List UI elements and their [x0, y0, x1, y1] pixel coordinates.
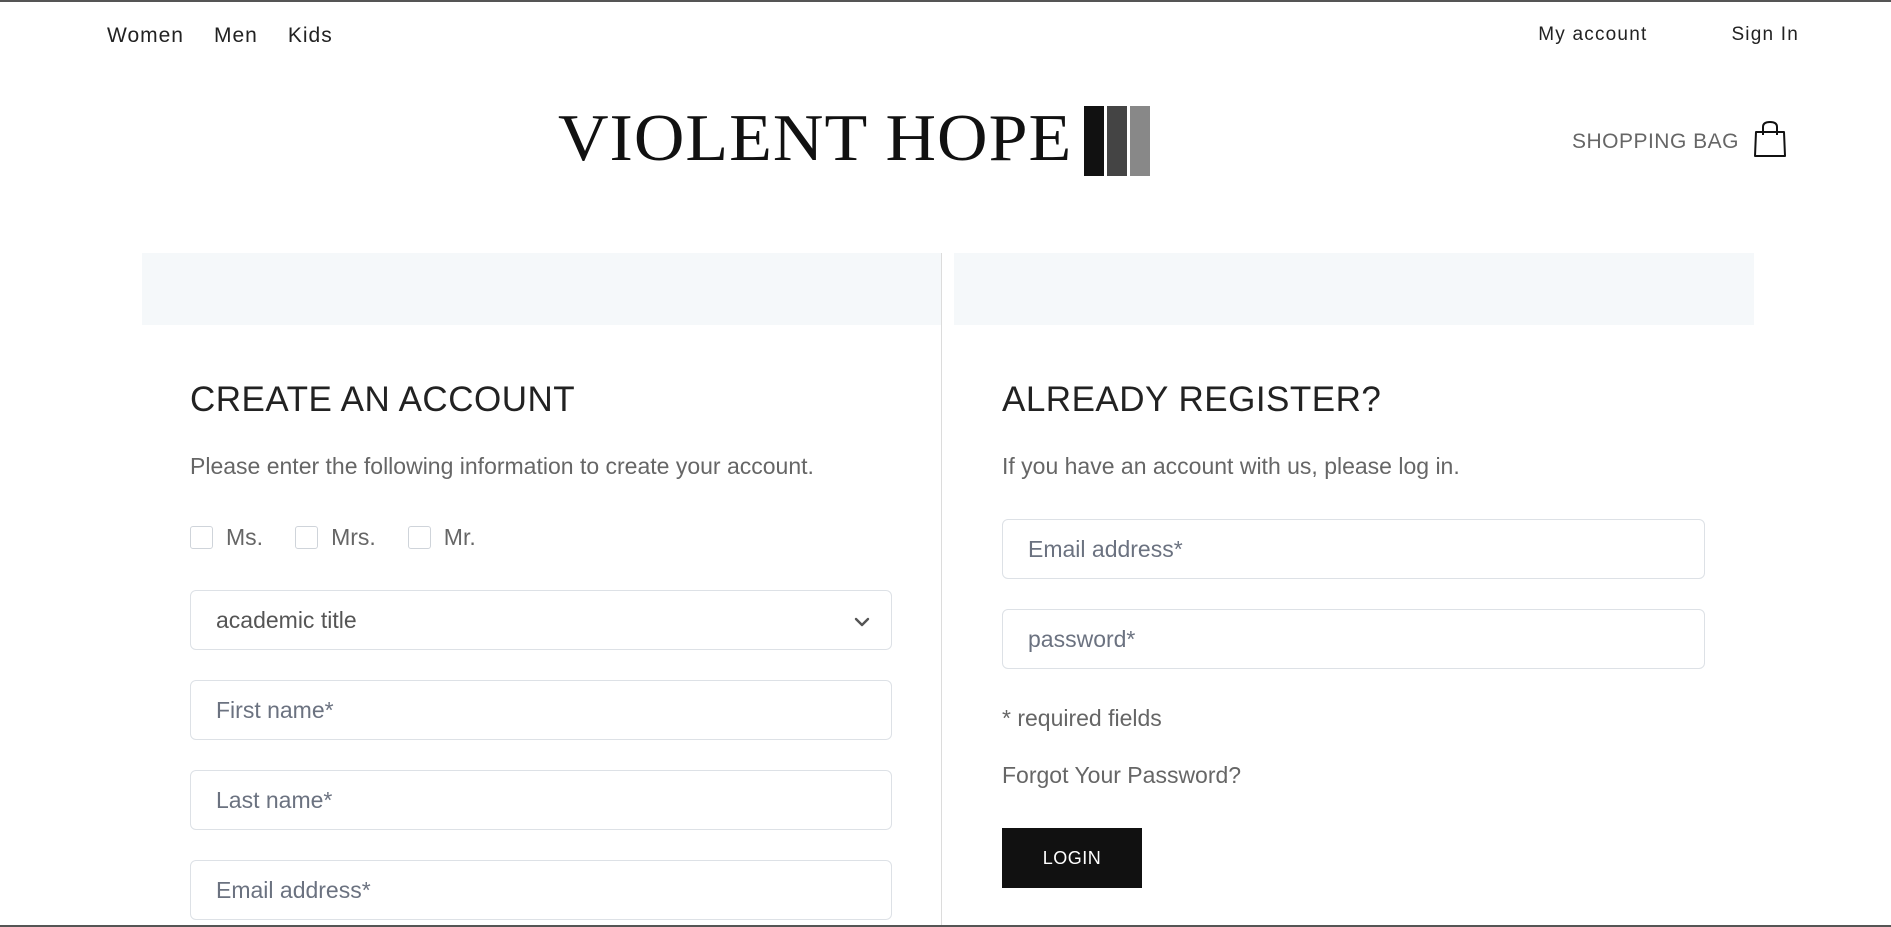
create-email-input[interactable]	[216, 876, 891, 904]
salutation-mr-label: Mr.	[443, 524, 476, 550]
salutation-mrs-label: Mrs.	[331, 524, 376, 550]
first-name-field[interactable]	[190, 680, 892, 740]
login-email-field[interactable]	[1002, 519, 1705, 579]
logo-bar	[1130, 106, 1151, 176]
login-button[interactable]: LOGIN	[1002, 828, 1142, 888]
academic-title-value: academic title	[216, 606, 357, 633]
logo-bar	[1107, 106, 1128, 176]
salutation-options: Ms. Mrs. Mr.	[190, 524, 476, 551]
forgot-password-link[interactable]: Forgot Your Password?	[1002, 762, 1241, 789]
shopping-bag-label: SHOPPING BAG	[1571, 129, 1739, 153]
logo-wordmark: VIOLENT HOPE	[558, 102, 1073, 176]
academic-title-select[interactable]: academic title	[190, 590, 892, 650]
account-nav: My account Sign In	[1538, 24, 1799, 46]
login-panel-header	[954, 253, 1754, 325]
salutation-mrs[interactable]: Mrs.	[295, 524, 376, 551]
last-name-field[interactable]	[190, 770, 892, 830]
last-name-input[interactable]	[216, 786, 891, 814]
logo-bars	[1084, 106, 1151, 176]
main-nav: Women Men Kids	[107, 24, 333, 48]
first-name-input[interactable]	[216, 696, 891, 724]
create-account-description: Please enter the following information t…	[190, 453, 814, 479]
nav-women[interactable]: Women	[107, 24, 184, 48]
sign-in-link[interactable]: Sign In	[1731, 24, 1799, 46]
create-email-field[interactable]	[190, 860, 892, 920]
site-logo[interactable]: VIOLENT HOPE	[558, 102, 1151, 178]
create-panel-header	[142, 253, 942, 325]
salutation-mr[interactable]: Mr.	[407, 524, 476, 551]
salutation-ms-label: Ms.	[226, 524, 264, 550]
my-account-link[interactable]: My account	[1538, 24, 1647, 46]
login-description: If you have an account with us, please l…	[1002, 453, 1460, 479]
checkbox-mr[interactable]	[407, 526, 431, 549]
login-email-input[interactable]	[1028, 535, 1704, 563]
login-password-input[interactable]	[1028, 625, 1704, 653]
checkbox-ms[interactable]	[190, 526, 213, 549]
login-password-field[interactable]	[1002, 609, 1705, 669]
login-title: ALREADY REGISTER?	[1002, 380, 1382, 419]
nav-men[interactable]: Men	[214, 24, 258, 48]
create-account-title: CREATE AN ACCOUNT	[190, 380, 576, 419]
logo-bar	[1084, 106, 1105, 176]
nav-kids[interactable]: Kids	[288, 24, 333, 48]
shopping-bag-button[interactable]: SHOPPING BAG	[1572, 120, 1787, 163]
column-divider	[941, 253, 942, 925]
chevron-down-icon	[853, 607, 871, 634]
shopping-bag-icon	[1753, 120, 1787, 163]
salutation-ms[interactable]: Ms.	[190, 524, 263, 551]
top-border	[0, 0, 1891, 2]
checkbox-mrs[interactable]	[295, 526, 319, 549]
required-fields-note: * required fields	[1002, 705, 1162, 731]
